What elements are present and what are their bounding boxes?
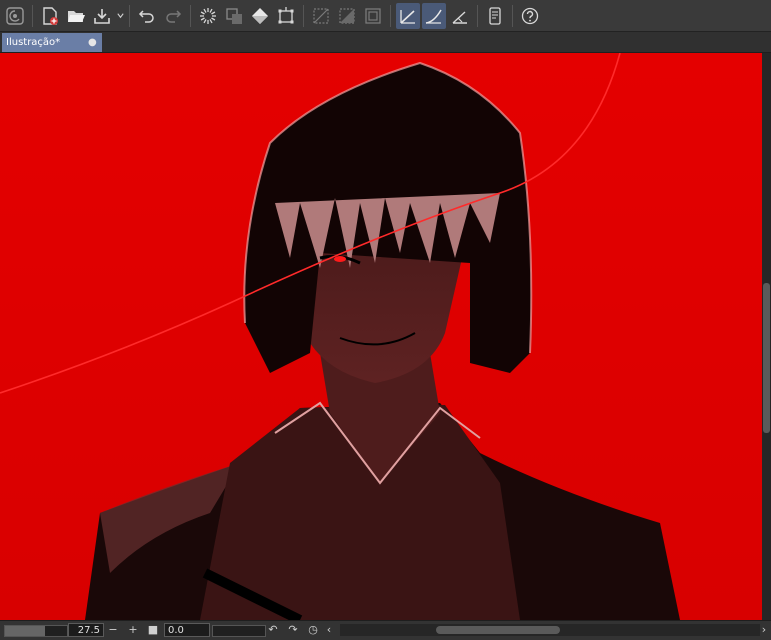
folder-open-icon[interactable] [64,3,88,29]
spinner-tick [209,8,213,13]
clip-logo-icon[interactable] [3,3,27,29]
eye-glint [334,256,346,262]
fit-to-window-button[interactable]: ■ [146,623,160,637]
new-canvas-icon[interactable] [38,3,62,29]
zoom-slider-fill [5,626,46,636]
toolbar-separator [390,4,391,27]
tab-close-icon[interactable]: ● [88,33,97,52]
undo-icon[interactable] [135,3,159,29]
spinner-tick [211,16,216,21]
rotate-right-button[interactable]: ↷ [286,623,300,637]
help-icon[interactable] [518,3,542,29]
transform-icon[interactable] [274,3,298,29]
toolbar-separator [129,4,130,27]
toolbar-separator [303,4,304,27]
spinner-tick [209,18,213,23]
vertical-scroll-thumb[interactable] [763,283,770,433]
navigator-status-bar: 27.5 − + ■ 0.0 ↶ ↷ ◷ ‹ › [0,620,771,640]
deselect-icon[interactable] [309,3,333,29]
spinner-tick [203,18,207,23]
horizontal-scroll-thumb[interactable] [436,626,560,634]
rotation-input[interactable]: 0.0 [164,623,210,637]
tab-ilustracao[interactable]: Ilustração* ● [2,33,102,52]
zoom-input[interactable]: 27.5 [68,623,104,637]
selection-border-icon[interactable] [361,3,385,29]
companion-device-icon[interactable] [483,3,507,29]
spinner-tick [200,16,205,21]
invert-selection-icon[interactable] [335,3,359,29]
spinner-tick [203,8,207,13]
snap-special-ruler-icon[interactable] [422,2,446,29]
clear-layer-icon[interactable] [222,3,246,29]
rotation-slider[interactable] [212,625,266,637]
spinner-tick [211,10,216,15]
fill-bucket-icon[interactable] [248,3,272,29]
scroll-left-button[interactable]: ‹ [322,623,336,637]
spinner-tick [200,10,205,15]
horizontal-scrollbar[interactable] [340,624,760,636]
scroll-right-button[interactable]: › [757,623,771,637]
toolbar-separator [32,4,33,27]
toolbar-separator [477,4,478,27]
command-bar [0,0,771,32]
toolbar-separator [512,4,513,27]
canvas-tab-bar: Ilustração* ● [0,32,771,53]
snap-ruler-icon[interactable] [396,2,420,29]
canvas-artwork [0,53,762,620]
tab-label: Ilustração* [6,37,61,48]
chevron-down-icon[interactable] [115,3,125,29]
snap-grid-icon[interactable] [448,3,472,29]
rotate-left-button[interactable]: ↶ [266,623,280,637]
vertical-scrollbar[interactable] [762,53,771,620]
zoom-out-button[interactable]: − [106,623,120,637]
canvas-viewport[interactable] [0,53,762,620]
zoom-in-button[interactable]: + [126,623,140,637]
toolbar-separator [190,4,191,27]
redo-icon[interactable] [161,3,185,29]
spinner-icon[interactable] [196,3,220,29]
reset-rotation-button[interactable]: ◷ [306,623,320,637]
save-icon[interactable] [90,3,114,29]
zoom-slider[interactable] [4,625,68,637]
